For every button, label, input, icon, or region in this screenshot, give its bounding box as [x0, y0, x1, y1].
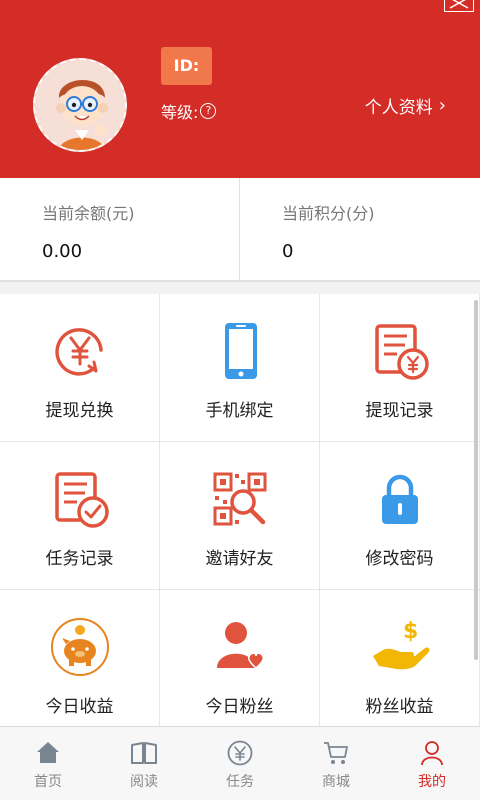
- home-icon: [37, 742, 59, 763]
- phone-binding-button[interactable]: 手机绑定: [160, 294, 320, 442]
- points-value: 0: [282, 241, 294, 262]
- today-fans-button[interactable]: 今日粉丝: [160, 590, 320, 738]
- withdraw-record-icon: [374, 324, 429, 380]
- close-button[interactable]: [444, 0, 474, 12]
- today-earnings-button[interactable]: 今日收益: [0, 590, 160, 738]
- piggy-bank-icon: [50, 618, 109, 676]
- yuan-icon: [227, 740, 253, 766]
- help-icon[interactable]: ?: [200, 103, 217, 119]
- balance-value: 0.00: [42, 241, 83, 262]
- tab-home-label: 首页: [34, 774, 62, 790]
- task-record-icon: [54, 472, 109, 528]
- tab-mine-label: 我的: [418, 774, 446, 790]
- invite-friends-label: 邀请好友: [205, 549, 274, 569]
- avatar[interactable]: [33, 58, 127, 152]
- task-record-button[interactable]: 任务记录: [0, 442, 160, 590]
- withdraw-exchange-icon: [54, 328, 103, 376]
- lock-icon: [381, 474, 418, 524]
- withdraw-exchange-label: 提现兑换: [45, 401, 114, 421]
- chevron-right-icon: ›: [438, 95, 446, 116]
- scrollbar[interactable]: [474, 300, 478, 660]
- phone-binding-label: 手机绑定: [205, 401, 274, 421]
- money-hand-icon: $: [372, 619, 429, 670]
- balance-stat[interactable]: 当前余额(元) 0.00: [0, 178, 240, 280]
- profile-link[interactable]: 个人资料 ›: [365, 93, 446, 118]
- task-record-label: 任务记录: [45, 549, 114, 569]
- withdraw-exchange-button[interactable]: 提现兑换: [0, 294, 160, 442]
- phone-icon: [224, 323, 257, 379]
- change-password-label: 修改密码: [365, 549, 434, 569]
- withdraw-record-label: 提现记录: [365, 401, 434, 421]
- withdraw-record-button[interactable]: 提现记录: [320, 294, 480, 442]
- fans-earnings-label: 粉丝收益: [365, 697, 434, 717]
- fans-earnings-button[interactable]: $ 粉丝收益: [320, 590, 480, 738]
- tab-read-label: 阅读: [130, 774, 158, 790]
- change-password-button[interactable]: 修改密码: [320, 442, 480, 590]
- tab-mall-label: 商城: [322, 774, 350, 790]
- svg-text:$: $: [403, 619, 418, 644]
- close-icon: [449, 0, 469, 9]
- qr-invite-icon: [213, 472, 266, 526]
- user-id-badge: ID:: [161, 47, 212, 85]
- invite-friends-button[interactable]: 邀请好友: [160, 442, 320, 590]
- level-label: 等级:: [161, 103, 199, 122]
- fans-icon: [216, 622, 264, 669]
- book-icon: [131, 742, 157, 764]
- points-stat[interactable]: 当前积分(分) 0: [240, 178, 480, 280]
- today-earnings-label: 今日收益: [45, 697, 114, 717]
- balance-label: 当前余额(元): [42, 204, 135, 223]
- tab-task[interactable]: 任务: [192, 727, 288, 800]
- tab-mine[interactable]: 我的: [384, 727, 480, 800]
- profile-header: ID: 等级: ? 个人资料 ›: [0, 0, 480, 178]
- function-grid: 提现兑换 手机绑定 提现记录 任务记录 邀请好友 修改密码 今日收益 今日粉丝 …: [0, 294, 480, 738]
- person-icon: [421, 741, 443, 766]
- tab-home[interactable]: 首页: [0, 727, 96, 800]
- tab-mall[interactable]: 商城: [288, 727, 384, 800]
- tab-task-label: 任务: [226, 774, 254, 790]
- bottom-tab-bar: 首页 阅读 任务 商城 我的: [0, 726, 480, 800]
- cartoon-avatar-image: [35, 60, 125, 150]
- account-stats: 当前余额(元) 0.00 当前积分(分) 0: [0, 178, 480, 282]
- cart-icon: [324, 742, 348, 764]
- tab-read[interactable]: 阅读: [96, 727, 192, 800]
- profile-link-label: 个人资料: [364, 98, 433, 118]
- user-level: 等级: ?: [161, 99, 217, 123]
- points-label: 当前积分(分): [282, 204, 375, 223]
- today-fans-label: 今日粉丝: [205, 697, 274, 717]
